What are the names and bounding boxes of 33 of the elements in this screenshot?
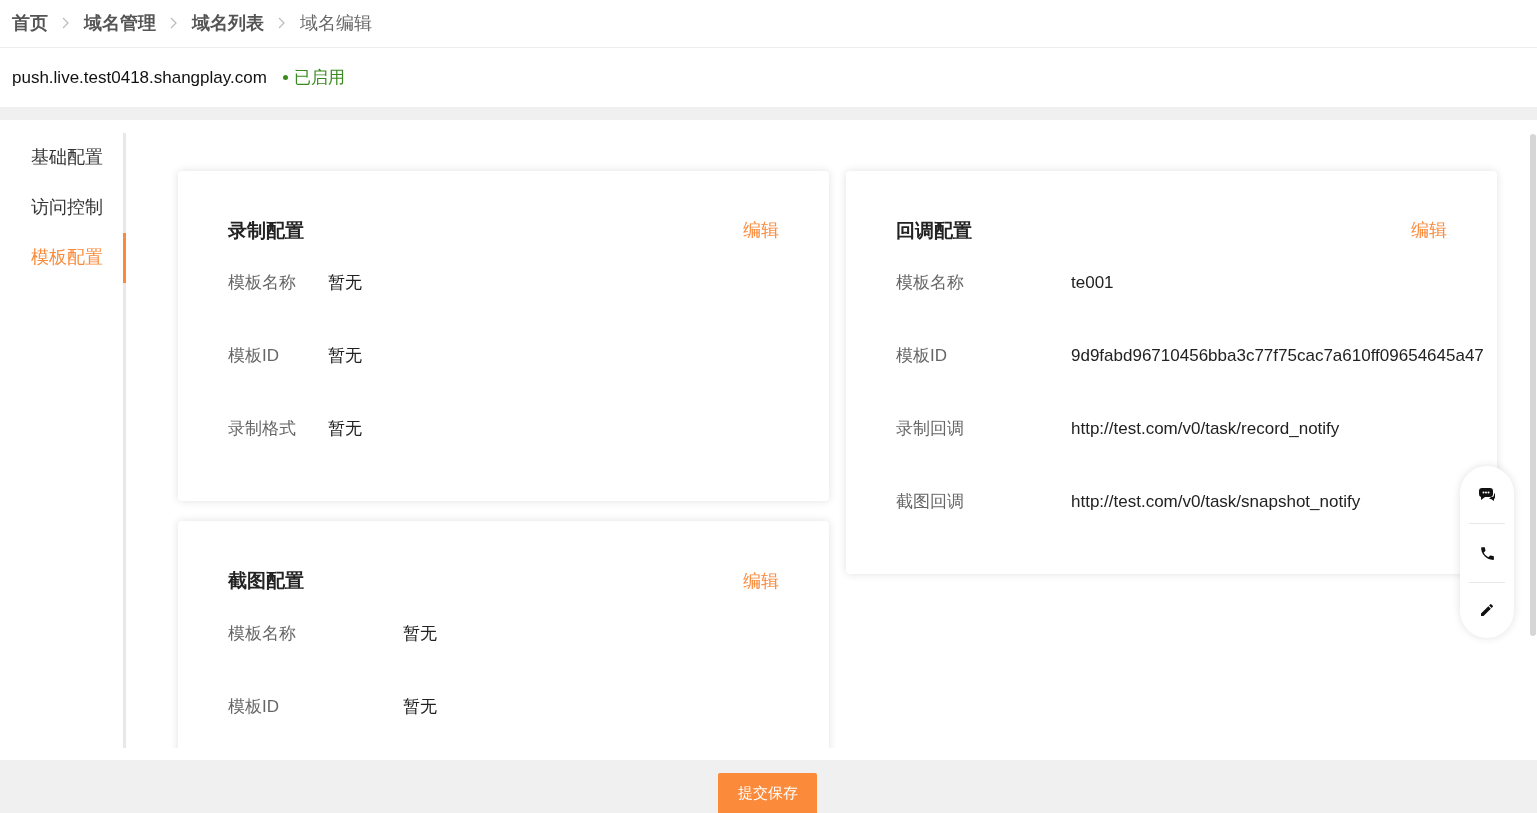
field-value: 暂无 [328,345,362,368]
scrollbar[interactable] [1530,133,1536,636]
card-title: 回调配置 [896,218,972,243]
status-label: 已启用 [293,66,345,89]
chevron-icon [62,17,70,30]
card-title: 录制配置 [228,218,304,243]
field-value: 暂无 [328,418,362,441]
field-label: 模板名称 [228,272,297,295]
field-value: 暂无 [328,272,362,295]
field-label: 录制格式 [228,418,297,441]
field-label: 截图回调 [896,491,965,514]
chevron-icon [170,17,178,30]
nav-item[interactable]: 基础配置 [0,132,126,183]
field-value: http://test.com/v0/task/record_notify [1071,418,1340,441]
field-value: http://test.com/v0/task/snapshot_notify [1071,491,1361,514]
domain-name: push.live.test0418.shangplay.com [12,66,267,89]
field-label: 模板ID [228,345,280,368]
card-title: 截图配置 [228,569,304,594]
field-label: 模板名称 [896,272,965,295]
field-label: 模板ID [896,345,948,368]
breadcrumb-link[interactable]: 首页 [12,9,48,37]
field-label: 模板ID [228,695,280,718]
nav-item[interactable]: 访问控制 [0,182,126,233]
breadcrumb-link[interactable]: 域名列表 [192,9,264,37]
breadcrumb-link[interactable]: 域名管理 [84,9,156,37]
breadcrumb-link[interactable]: 域名编辑 [300,9,372,37]
field-label: 录制回调 [896,418,965,441]
field-label: 模板名称 [228,622,297,645]
field-value: 暂无 [403,622,437,645]
field-value: 9d9fabd96710456bba3c77f75cac7a610ff09654645a47 [1071,345,1484,368]
field-value: te001 [1071,272,1114,295]
chevron-icon [278,17,286,30]
field-value: 暂无 [403,695,437,718]
